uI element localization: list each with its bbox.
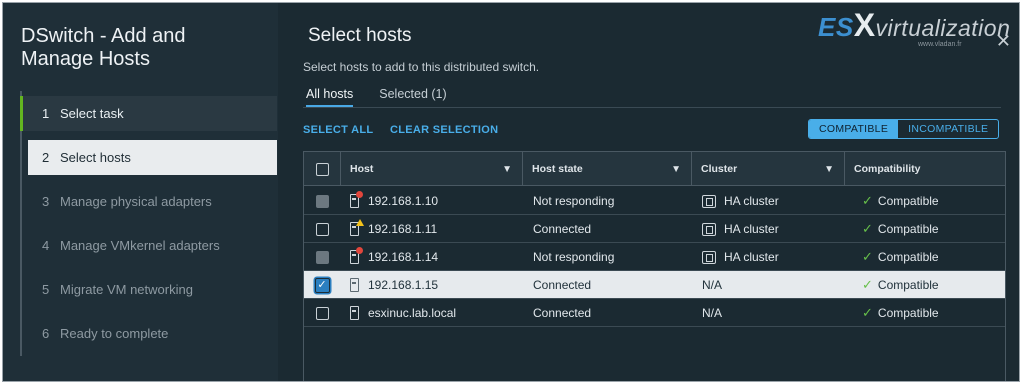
close-icon[interactable]: ✕	[996, 31, 1011, 52]
checkmark-icon: ✓	[862, 305, 873, 320]
column-header-label: Compatibility	[854, 163, 921, 175]
compatibility-status: Compatible	[877, 250, 939, 264]
logo-virtualization: virtualization	[875, 15, 1011, 41]
compatible-toggle-button[interactable]: COMPATIBLE	[809, 120, 899, 138]
step-ready-to-complete: 6 Ready to complete	[22, 316, 277, 351]
host-name: 192.168.1.10	[368, 194, 439, 208]
cluster-name: HA cluster	[724, 194, 779, 208]
wizard-steps-panel: DSwitch - Add and Manage Hosts 1 Select …	[3, 3, 278, 381]
row-checkbox[interactable]	[315, 222, 329, 236]
checkmark-icon: ✓	[862, 193, 873, 208]
tab-all-hosts[interactable]: All hosts	[306, 87, 354, 107]
cluster-name: N/A	[702, 278, 723, 292]
host-error-icon	[350, 191, 363, 208]
logo-x: X	[853, 7, 876, 43]
page-title: Select hosts	[308, 25, 412, 46]
step-label: Manage physical adapters	[60, 194, 212, 209]
filter-icon[interactable]: ▼	[502, 164, 512, 175]
logo-es: ES	[818, 12, 854, 42]
compatibility-status: Compatible	[877, 278, 939, 292]
step-number: 2	[42, 150, 50, 165]
host-state: Connected	[533, 222, 592, 236]
host-name: 192.168.1.11	[368, 222, 438, 236]
host-name: esxinuc.lab.local	[368, 306, 457, 320]
step-label: Ready to complete	[60, 326, 169, 341]
row-checkbox-disabled	[315, 194, 329, 208]
host-state: Connected	[533, 306, 592, 320]
watermark-url: www.vladan.fr	[918, 41, 962, 48]
select-hosts-content: Select hosts Select hosts to add to this…	[278, 3, 1019, 381]
host-warning-icon	[350, 219, 364, 236]
step-label: Manage VMkernel adapters	[60, 238, 220, 253]
row-checkbox-checked[interactable]: ✓	[314, 277, 330, 293]
step-label: Migrate VM networking	[60, 282, 193, 297]
table-row[interactable]: esxinuc.lab.local Connected N/A ✓ Compat…	[304, 299, 1005, 327]
step-number: 5	[42, 282, 50, 297]
host-name: 192.168.1.15	[368, 278, 439, 292]
checkmark-icon: ✓	[862, 277, 873, 292]
tab-selected[interactable]: Selected (1)	[379, 87, 446, 107]
clear-selection-button[interactable]: CLEAR SELECTION	[390, 124, 498, 136]
filter-icon[interactable]: ▼	[671, 164, 681, 175]
select-all-cell	[304, 152, 340, 186]
incompatible-toggle-button[interactable]: INCOMPATIBLE	[898, 120, 998, 138]
checkmark-icon: ✓	[862, 249, 873, 264]
table-row[interactable]: 192.168.1.14 Not responding HA cluster ✓…	[304, 243, 1005, 271]
page-subtitle: Select hosts to add to this distributed …	[303, 60, 540, 74]
compatibility-status: Compatible	[877, 194, 939, 208]
step-select-task[interactable]: 1 Select task	[20, 96, 277, 131]
column-header-label: Host	[350, 163, 374, 175]
cluster-name: HA cluster	[724, 250, 779, 264]
row-checkbox[interactable]	[315, 306, 329, 320]
cluster-name: HA cluster	[724, 222, 779, 236]
table-row[interactable]: 192.168.1.10 Not responding HA cluster ✓…	[304, 187, 1005, 215]
step-label: Select task	[60, 106, 124, 121]
step-number: 6	[42, 326, 50, 341]
column-header-host-state[interactable]: Host state ▼	[522, 152, 691, 186]
table-row[interactable]: 192.168.1.11 Connected HA cluster ✓ Comp…	[304, 215, 1005, 243]
select-all-checkbox[interactable]	[315, 162, 329, 176]
step-number: 1	[42, 106, 50, 121]
compatibility-filter-toggle: COMPATIBLE INCOMPATIBLE	[808, 119, 1000, 139]
step-manage-vmkernel-adapters: 4 Manage VMkernel adapters	[22, 228, 277, 263]
step-select-hosts[interactable]: 2 Select hosts	[28, 140, 277, 175]
compatibility-status: Compatible	[877, 222, 939, 236]
host-tabs: All hosts Selected (1)	[306, 87, 447, 107]
host-state: Not responding	[533, 194, 615, 208]
wizard-title: DSwitch - Add and Manage Hosts	[21, 25, 186, 70]
step-number: 4	[42, 238, 50, 253]
step-number: 3	[42, 194, 50, 209]
column-header-host[interactable]: Host ▼	[340, 152, 522, 186]
filter-icon[interactable]: ▼	[824, 164, 834, 175]
cluster-icon	[702, 194, 716, 208]
host-icon	[350, 306, 359, 320]
wizard-dialog: DSwitch - Add and Manage Hosts 1 Select …	[2, 2, 1020, 382]
hosts-grid: Host ▼ Host state ▼ Cluster ▼ Compatibil…	[303, 151, 1006, 381]
host-state: Not responding	[533, 250, 615, 264]
select-all-button[interactable]: SELECT ALL	[303, 124, 373, 136]
table-row-selected[interactable]: ✓ 192.168.1.15 Connected N/A ✓ Compatibl…	[304, 271, 1005, 299]
host-name: 192.168.1.14	[368, 250, 439, 264]
host-state: Connected	[533, 278, 592, 292]
cluster-name: N/A	[702, 306, 723, 320]
watermark-logo: ESXvirtualization	[818, 7, 1011, 43]
step-label: Select hosts	[60, 150, 131, 165]
host-icon	[350, 278, 359, 292]
column-header-compatibility[interactable]: Compatibility	[844, 152, 1007, 186]
compatibility-status: Compatible	[877, 306, 939, 320]
step-manage-physical-adapters: 3 Manage physical adapters	[22, 184, 277, 219]
column-header-label: Cluster	[701, 163, 738, 175]
column-header-label: Host state	[532, 163, 583, 175]
tab-divider	[303, 107, 1001, 108]
grid-header: Host ▼ Host state ▼ Cluster ▼ Compatibil…	[304, 152, 1005, 186]
cluster-icon	[702, 250, 716, 264]
cluster-icon	[702, 222, 716, 236]
checkmark-icon: ✓	[862, 221, 873, 236]
step-migrate-vm-networking: 5 Migrate VM networking	[22, 272, 277, 307]
host-error-icon	[350, 247, 363, 264]
row-checkbox-disabled	[315, 250, 329, 264]
column-header-cluster[interactable]: Cluster ▼	[691, 152, 844, 186]
